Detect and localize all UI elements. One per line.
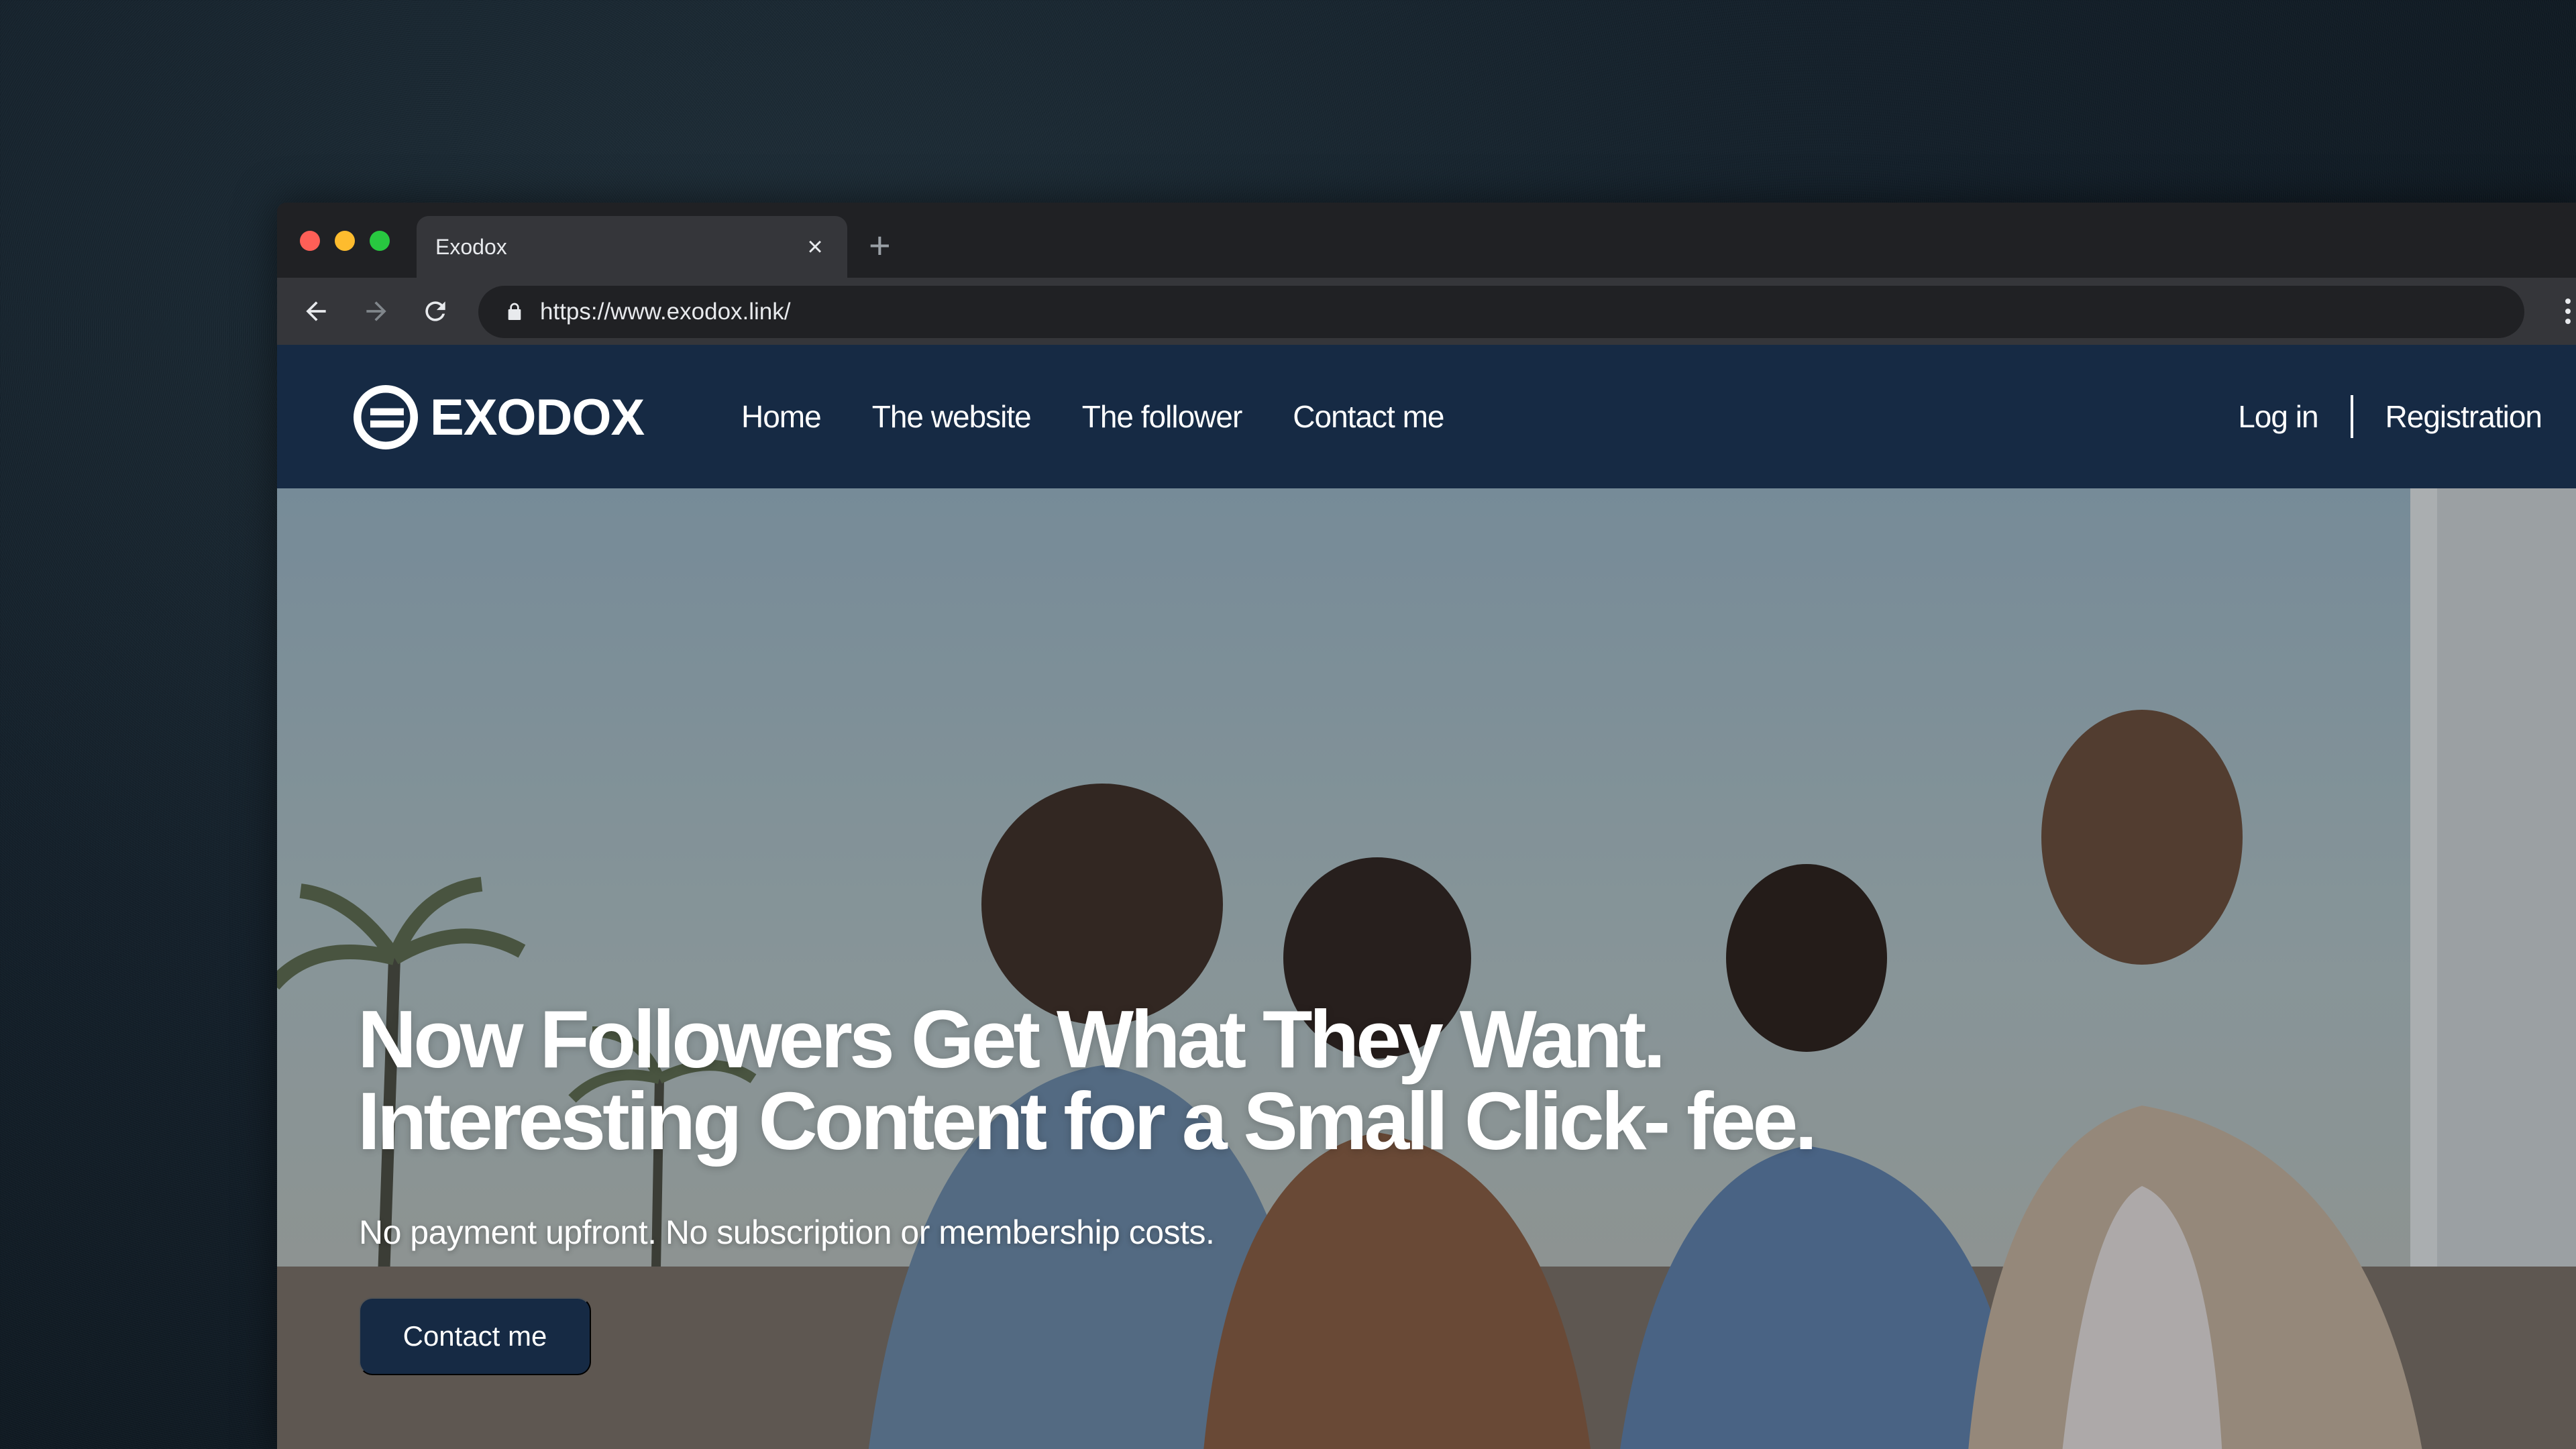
reload-icon[interactable] [417,292,454,330]
auth-divider [2350,395,2353,438]
webpage: EXODOX Home The website The follower Con… [277,345,2576,1449]
hero-title-line-1: Now Followers Get What They Want. [358,994,1666,1085]
site-logo[interactable]: EXODOX [354,385,645,449]
logo-text: EXODOX [430,388,645,446]
lock-icon [508,303,521,320]
auth-links: Log in Registration [2238,345,2542,488]
tab-title: Exodox [435,234,507,259]
contact-me-button[interactable]: Contact me [359,1297,591,1375]
window-controls [300,231,390,251]
hero-overlay [277,488,2576,1449]
main-nav: Home The website The follower Contact me [741,345,1445,488]
close-window-button[interactable] [300,231,320,251]
hero-title: Now Followers Get What They Want. Intere… [358,994,1817,1167]
kebab-menu-icon[interactable] [2558,292,2576,330]
browser-tab[interactable]: Exodox × [417,216,847,278]
browser-window: Exodox × + https://www.exodox.link/ EXOD… [277,203,2576,1449]
plus-icon[interactable]: + [869,227,891,264]
maximize-window-button[interactable] [370,231,390,251]
address-bar[interactable]: https://www.exodox.link/ [478,286,2524,338]
arrow-left-icon[interactable] [297,292,335,330]
hero-title-line-2: Interesting Content for a Small Click- f… [358,1075,1817,1167]
hero-subtitle: No payment upfront. No subscription or m… [359,1214,1215,1251]
nav-contact-me[interactable]: Contact me [1293,398,1444,435]
site-header: EXODOX Home The website The follower Con… [277,345,2576,488]
arrow-right-icon[interactable] [358,292,395,330]
nav-the-follower[interactable]: The follower [1082,398,1243,435]
registration-link[interactable]: Registration [2385,398,2542,435]
browser-toolbar: https://www.exodox.link/ [277,278,2576,345]
tab-strip: Exodox × + [277,203,2576,278]
close-icon[interactable]: × [802,233,828,260]
exodox-logo-icon [354,385,418,449]
login-link[interactable]: Log in [2238,398,2318,435]
url-text: https://www.exodox.link/ [540,299,791,325]
minimize-window-button[interactable] [335,231,355,251]
nav-home[interactable]: Home [741,398,822,435]
hero-section: Now Followers Get What They Want. Intere… [277,488,2576,1449]
nav-the-website[interactable]: The website [872,398,1032,435]
